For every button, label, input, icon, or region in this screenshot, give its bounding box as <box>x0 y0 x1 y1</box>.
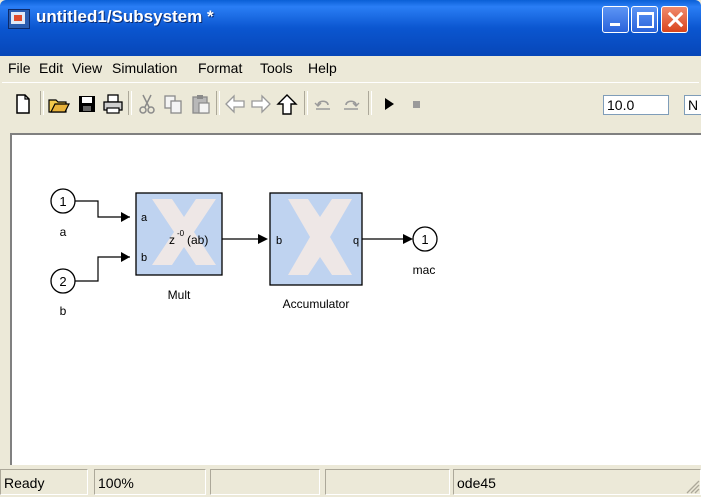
arrowhead <box>403 234 413 244</box>
undo-icon[interactable] <box>312 93 334 115</box>
mult-block[interactable]: a b z -0 (ab) <box>135 192 223 276</box>
menu-edit[interactable]: Edit <box>39 60 63 76</box>
accumulator-port-in: b <box>276 235 282 247</box>
new-file-icon[interactable] <box>12 93 34 115</box>
simulink-window: untitled1/Subsystem * File Edit View Sim… <box>0 0 701 497</box>
resize-grip-icon[interactable] <box>684 478 700 494</box>
up-arrow-icon[interactable] <box>276 93 298 115</box>
maximize-button[interactable] <box>631 6 658 33</box>
status-bar: Ready 100% ode45 <box>0 466 701 497</box>
menu-bar: File Edit View Simulation Format Tools H… <box>2 56 699 82</box>
arrowhead <box>258 234 268 244</box>
copy-icon[interactable] <box>162 93 184 115</box>
toolbar: 10.0 N <box>2 82 701 127</box>
menu-view[interactable]: View <box>72 60 102 76</box>
title-bar[interactable]: untitled1/Subsystem * <box>0 0 701 56</box>
close-button[interactable] <box>661 6 688 33</box>
status-zoom: 100% <box>94 469 206 495</box>
minimize-button[interactable] <box>602 6 629 33</box>
redo-icon[interactable] <box>340 93 362 115</box>
inport-a-label[interactable]: a <box>60 225 67 239</box>
block-diagram: 1 a 2 b a b z -0 (ab) Mult b q Accumulat… <box>50 188 438 318</box>
status-state: Ready <box>0 469 88 495</box>
mult-label[interactable]: Mult <box>168 288 191 302</box>
status-empty-cell <box>210 469 320 495</box>
inport-b-label[interactable]: b <box>60 304 67 318</box>
accumulator-label[interactable]: Accumulator <box>283 297 350 311</box>
menu-format[interactable]: Format <box>198 60 242 76</box>
menu-tools[interactable]: Tools <box>260 60 293 76</box>
open-folder-icon[interactable] <box>48 93 70 115</box>
menu-simulation[interactable]: Simulation <box>112 60 177 76</box>
toolbar-separator <box>40 91 44 115</box>
accumulator-port-out: q <box>353 235 359 247</box>
toolbar-separator <box>304 91 308 115</box>
inport-a-number: 1 <box>59 194 66 209</box>
toolbar-separator <box>216 91 220 115</box>
arrowhead <box>121 252 130 262</box>
stop-time-input[interactable]: 10.0 <box>603 95 669 115</box>
mult-port-b: b <box>141 252 147 264</box>
mult-port-a: a <box>141 212 148 224</box>
outport-label[interactable]: mac <box>413 263 436 277</box>
simulation-mode-select[interactable]: N <box>684 95 701 115</box>
menu-file[interactable]: File <box>8 60 31 76</box>
arrowhead <box>121 212 130 222</box>
paste-icon[interactable] <box>190 93 212 115</box>
status-solver: ode45 <box>453 469 701 495</box>
simulink-app-icon[interactable] <box>8 9 30 29</box>
outport-number: 1 <box>421 232 428 247</box>
play-icon[interactable] <box>378 93 400 115</box>
toolbar-separator <box>128 91 132 115</box>
stop-icon[interactable] <box>406 93 428 115</box>
print-icon[interactable] <box>102 93 124 115</box>
mult-expr-base: z <box>169 233 175 247</box>
window-title: untitled1/Subsystem * <box>36 7 214 26</box>
cut-icon[interactable] <box>136 93 158 115</box>
mult-expr-exponent: -0 <box>177 229 185 238</box>
back-arrow-icon[interactable] <box>224 93 246 115</box>
status-empty-cell <box>325 469 450 495</box>
toolbar-separator <box>368 91 372 115</box>
model-canvas[interactable]: 1 a 2 b a b z -0 (ab) Mult b q Accumulat… <box>10 133 701 465</box>
mult-expr-tail: (ab) <box>187 233 208 247</box>
save-icon[interactable] <box>76 93 98 115</box>
accumulator-block[interactable]: b q <box>269 192 363 286</box>
inport-b-number: 2 <box>59 274 66 289</box>
menu-help[interactable]: Help <box>308 60 337 76</box>
forward-arrow-icon[interactable] <box>250 93 272 115</box>
